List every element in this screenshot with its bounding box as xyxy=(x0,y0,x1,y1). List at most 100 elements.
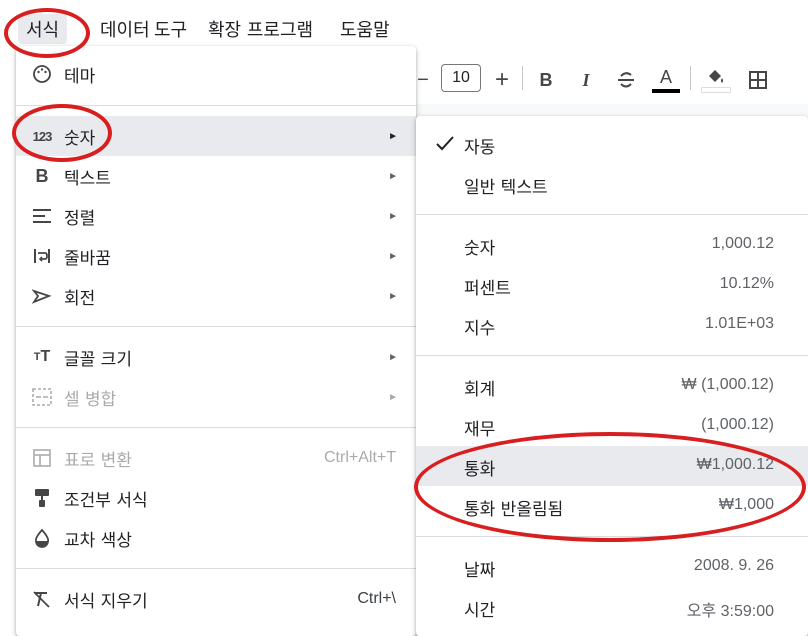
menu-item-label: 회전 xyxy=(64,288,96,309)
menu-item-conditional-format[interactable]: 조건부 서식 xyxy=(16,478,416,518)
italic-button[interactable]: I xyxy=(574,62,598,98)
submenu-item-label: 시간 xyxy=(464,601,496,621)
submenu-item-label: 회계 xyxy=(464,380,496,400)
submenu-arrow-icon: ► xyxy=(388,170,398,182)
number-format-scientific[interactable]: 지수 1.01E+03 xyxy=(416,305,808,345)
font-size-input[interactable]: 10 xyxy=(441,64,481,92)
text-color-label: A xyxy=(659,66,672,87)
submenu-item-label: 통화 xyxy=(464,460,496,480)
menu-item-clear-formatting[interactable]: 서식 지우기 Ctrl+\ xyxy=(16,579,416,619)
submenu-arrow-icon: ► xyxy=(388,210,398,222)
number-format-number[interactable]: 숫자 1,000.12 xyxy=(416,225,808,265)
bold-button[interactable]: B xyxy=(534,62,558,98)
table-icon xyxy=(30,446,54,470)
number-format-time[interactable]: 시간 오후 3:59:00 xyxy=(416,587,808,627)
submenu-item-label: 날짜 xyxy=(464,561,496,581)
submenu-item-label: 자동 xyxy=(464,138,496,158)
strikethrough-button[interactable] xyxy=(612,62,640,98)
menu-item-wrap[interactable]: 줄바꿈 ► xyxy=(16,236,416,276)
menu-item-label: 숫자 xyxy=(64,128,96,149)
menu-help[interactable]: 도움말 xyxy=(340,16,390,42)
format-example: 1,000.12 xyxy=(711,235,774,252)
menu-item-alternating-colors[interactable]: 교차 색상 xyxy=(16,518,416,558)
submenu-item-label: 퍼센트 xyxy=(464,279,511,299)
drop-icon xyxy=(30,526,54,550)
menu-item-label: 테마 xyxy=(64,66,96,87)
menu-item-label: 표로 변환 xyxy=(64,450,132,471)
number-format-currency[interactable]: 통화 ₩1,000.12 xyxy=(416,446,808,486)
text-color-button[interactable]: A xyxy=(650,62,682,98)
submenu-item-label: 숫자 xyxy=(464,239,496,259)
submenu-arrow-icon: ► xyxy=(388,130,398,142)
menu-item-label: 서식 지우기 xyxy=(64,591,148,612)
menu-item-shortcut: Ctrl+\ xyxy=(357,590,396,607)
number-format-currency-rounded[interactable]: 통화 반올림됨 ₩1,000 xyxy=(416,486,808,526)
paint-bucket-icon xyxy=(709,70,723,83)
menu-item-rotate[interactable]: 회전 ► xyxy=(16,276,416,316)
paint-roller-icon xyxy=(30,486,54,510)
menu-divider xyxy=(16,326,416,327)
menu-item-align[interactable]: 정렬 ► xyxy=(16,196,416,236)
submenu-item-label: 통화 반올림됨 xyxy=(464,500,564,520)
rotate-icon xyxy=(30,284,54,308)
format-example: 오후 3:59:00 xyxy=(686,603,774,620)
wrap-icon xyxy=(30,244,54,268)
menu-item-convert-to-table[interactable]: 표로 변환 Ctrl+Alt+T xyxy=(16,438,416,478)
menu-divider xyxy=(416,536,808,537)
increase-font-size-button[interactable]: + xyxy=(490,62,514,98)
number-format-accounting[interactable]: 회계 ₩ (1,000.12) xyxy=(416,366,808,406)
menu-item-theme[interactable]: 테마 xyxy=(16,54,416,94)
number-format-financial[interactable]: 재무 (1,000.12) xyxy=(416,406,808,446)
menu-item-shortcut: Ctrl+Alt+T xyxy=(323,449,396,466)
merge-icon xyxy=(30,385,54,409)
menu-item-label: 정렬 xyxy=(64,208,96,229)
menu-divider xyxy=(416,355,808,356)
toolbar-divider xyxy=(690,66,691,90)
format-example: 2008. 9. 26 xyxy=(693,557,774,574)
menu-item-number[interactable]: 123 숫자 ► xyxy=(16,116,416,156)
menu-item-label: 줄바꿈 xyxy=(64,248,111,269)
menu-divider xyxy=(16,105,416,106)
menu-item-merge-cells[interactable]: 셀 병합 ► xyxy=(16,377,416,417)
format-example: 1.01E+03 xyxy=(705,315,774,332)
format-menu: 테마 123 숫자 ► B 텍스트 ► 정렬 ► 줄바꿈 ► 회전 ► TT 글… xyxy=(16,46,416,636)
menu-divider xyxy=(416,214,808,215)
align-icon xyxy=(30,204,54,228)
menu-item-font-size[interactable]: TT 글꼴 크기 ► xyxy=(16,337,416,377)
menu-divider xyxy=(16,427,416,428)
bold-icon: B xyxy=(35,165,49,186)
format-example: (1,000.12) xyxy=(701,416,774,433)
number-format-percent[interactable]: 퍼센트 10.12% xyxy=(416,265,808,305)
submenu-item-label: 일반 텍스트 xyxy=(464,178,548,198)
submenu-item-label: 재무 xyxy=(464,420,496,440)
palette-icon xyxy=(30,62,54,86)
text-color-swatch xyxy=(652,88,680,93)
submenu-arrow-icon: ► xyxy=(388,391,398,403)
strikethrough-icon xyxy=(618,72,634,88)
menu-item-label: 조건부 서식 xyxy=(64,490,148,511)
format-example: ₩1,000.12 xyxy=(696,456,774,473)
format-example: ₩1,000 xyxy=(718,496,774,513)
number-format-date[interactable]: 날짜 2008. 9. 26 xyxy=(416,547,808,587)
menu-tools[interactable]: 도구 xyxy=(154,16,187,42)
borders-icon xyxy=(749,71,767,89)
borders-button[interactable] xyxy=(744,62,772,98)
menu-extensions[interactable]: 확장 프로그램 xyxy=(208,16,313,42)
fill-color-button[interactable] xyxy=(700,62,732,98)
menu-item-label: 글꼴 크기 xyxy=(64,349,132,370)
font-size-icon: TT xyxy=(33,348,51,365)
submenu-item-label: 지수 xyxy=(464,319,496,339)
menu-data[interactable]: 데이터 xyxy=(100,16,150,42)
number-123-icon: 123 xyxy=(32,128,53,144)
menu-item-label: 교차 색상 xyxy=(64,530,132,551)
menu-item-text[interactable]: B 텍스트 ► xyxy=(16,156,416,196)
menu-format[interactable]: 서식 xyxy=(18,14,68,44)
format-example: 10.12% xyxy=(719,275,774,292)
format-example: ₩ (1,000.12) xyxy=(681,376,774,393)
number-format-automatic[interactable]: 자동 xyxy=(416,124,808,164)
submenu-arrow-icon: ► xyxy=(388,351,398,363)
menu-item-label: 텍스트 xyxy=(64,168,111,189)
number-format-submenu: 자동 일반 텍스트 숫자 1,000.12 퍼센트 10.12% 지수 1.01… xyxy=(416,116,808,636)
number-format-plain-text[interactable]: 일반 텍스트 xyxy=(416,164,808,204)
menu-item-label: 셀 병합 xyxy=(64,389,117,410)
